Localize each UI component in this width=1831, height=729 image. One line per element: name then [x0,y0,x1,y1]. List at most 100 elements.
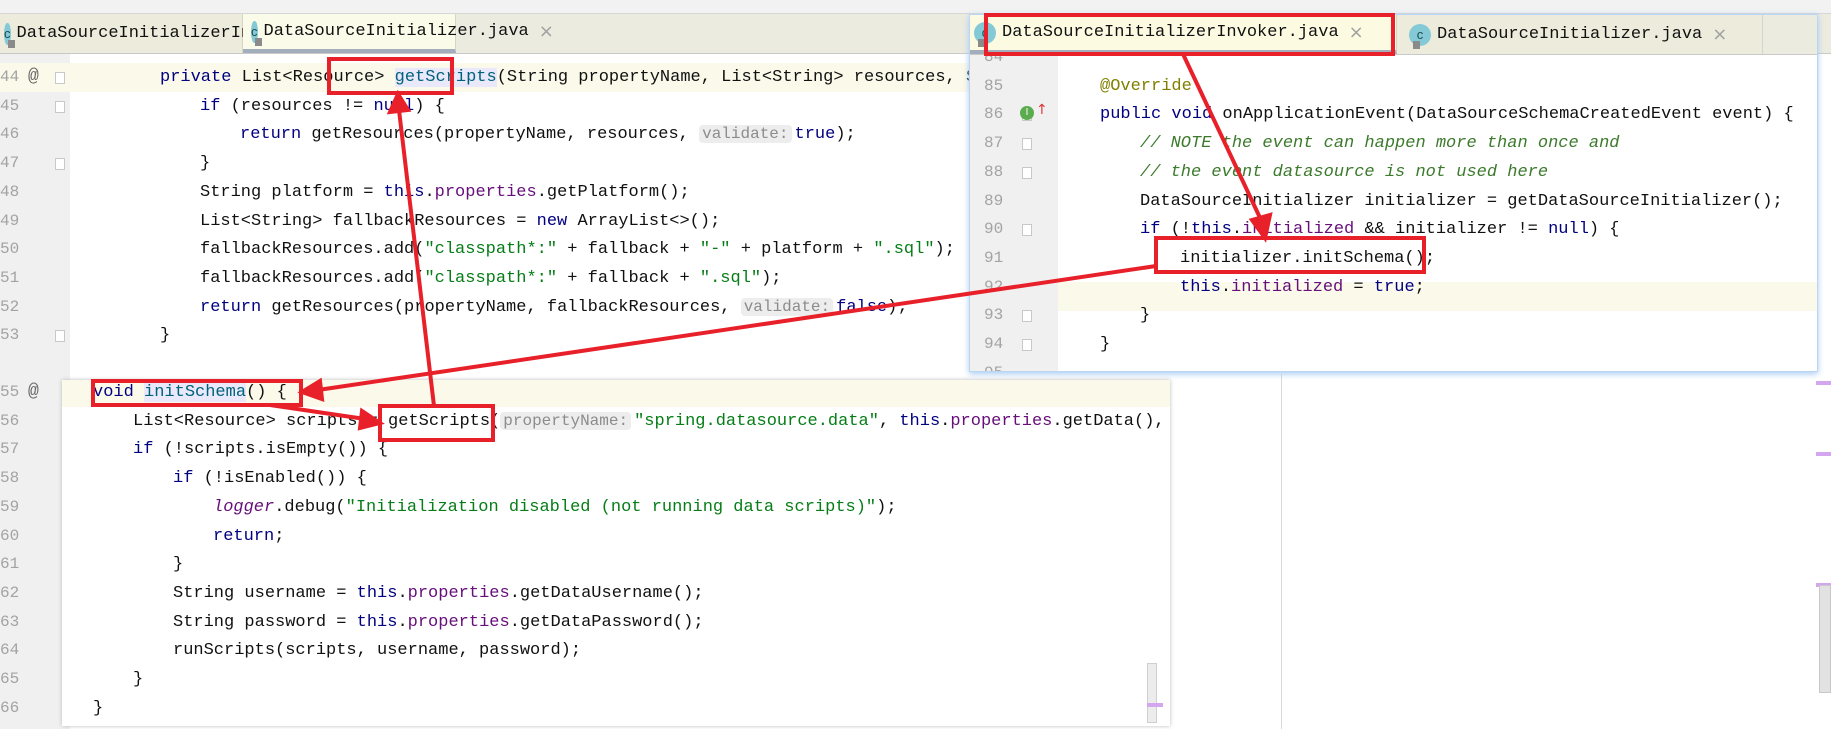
popup-tab-bar: c DataSourceInitializerInvoker.java × c … [970,15,1817,55]
code-line[interactable]: // NOTE the event can happen more than o… [1140,129,1619,158]
code-token: . [1220,277,1232,297]
line-number: 49 [0,211,20,230]
line-number: 46 [0,125,20,144]
line-number: 88 [984,162,1004,181]
fold-marker-icon[interactable] [1022,224,1032,237]
code-token: @Override [1100,76,1192,96]
code-line[interactable]: this.initialized = true; [1180,273,1425,302]
fold-marker-icon[interactable] [1022,166,1032,179]
code-token: .getPlatform(); [536,182,690,202]
error-stripe-mark[interactable] [1816,381,1831,385]
line-number: 59 [0,497,20,516]
fold-marker-icon[interactable] [55,330,65,343]
code-line[interactable]: logger.debug("Initialization disabled (n… [213,493,897,522]
code-token: this [356,612,398,632]
code-line[interactable]: } [200,149,210,178]
code-line[interactable]: public void onApplicationEvent(DataSourc… [1100,100,1794,129]
fold-marker-icon[interactable] [1022,138,1032,151]
close-icon[interactable]: × [1349,22,1364,43]
fold-marker-icon[interactable] [55,100,65,113]
line-number: 95 [984,359,1003,371]
code-token: .getData(), [1052,411,1165,431]
code-line[interactable]: return getResources(propertyName, fallba… [200,293,908,322]
code-line[interactable]: private List<Resource> getScripts(String… [160,63,982,92]
code-line[interactable]: return; [213,522,284,551]
code-line[interactable]: initializer.initSchema(); [1180,244,1435,273]
code-line[interactable]: String platform = this.properties.getPla… [200,178,690,207]
code-line[interactable]: List<Resource> scripts = getScripts(prop… [133,407,1165,436]
class-icon: c [251,20,262,46]
code-token: initialized [1231,277,1344,297]
current-line-highlight [1058,282,1817,311]
code-token: this [899,411,941,431]
line-number: 45 [0,96,20,115]
override-marker-icon[interactable]: @ [28,378,39,407]
code-token: ) { [414,96,445,116]
tab-label: DataSourceInitializerInvoker.java [1002,23,1339,42]
code-line[interactable]: runScripts(scripts, username, password); [173,636,581,665]
code-token: getResources(propertyName, fallbackResou… [271,297,741,317]
popup-scrollbar[interactable] [1147,663,1157,723]
line-number: 62 [0,583,20,602]
code-token: . [1231,220,1243,240]
fold-marker-icon[interactable] [55,158,65,171]
line-number: 56 [0,411,20,430]
code-token: ); [934,240,955,260]
code-token: } [1140,306,1151,326]
code-line[interactable]: return getResources(propertyName, resour… [240,120,856,149]
code-line[interactable]: } [1140,301,1150,330]
code-line[interactable]: // the event datasource is not used here [1140,158,1548,187]
code-line[interactable]: } [133,665,143,694]
code-line[interactable]: } [93,694,103,723]
code-line[interactable]: @Override [1100,72,1192,101]
code-token: // the event datasource is not used here [1140,162,1549,182]
line-number: 86 [984,105,1004,124]
code-token: onApplicationEvent(DataSourceSchemaCreat… [1222,105,1794,125]
code-token: + fallback + [557,268,700,288]
code-token: initSchema [144,383,247,402]
code-line[interactable]: } [160,321,170,350]
code-line[interactable]: if (!isEnabled()) { [173,464,367,493]
close-icon[interactable]: × [539,21,554,42]
tab-label: DataSourceInitializer.java [263,22,529,41]
scrollbar-thumb[interactable] [1819,585,1831,693]
code-token: . [940,411,951,431]
code-token: List<String> fallbackResources = [200,211,537,231]
code-token: (!isEnabled()) { [193,469,367,489]
code-line[interactable]: String username = this.properties.getDat… [173,579,704,608]
error-stripe-mark[interactable] [1816,452,1831,456]
code-line[interactable]: if (resources != null) { [200,92,445,121]
fold-marker-icon[interactable] [55,72,65,84]
code-line[interactable]: } [1100,330,1110,359]
code-token: List<Resource> [241,68,395,87]
error-stripe-mark[interactable] [1147,703,1163,707]
code-line[interactable]: DataSourceInitializer initializer = getD… [1140,187,1783,216]
code-token: initialized [1242,220,1355,240]
tab-datasource-initializer[interactable]: c DataSourceInitializer.java × [1397,15,1763,54]
code-token: this [383,182,425,202]
code-line[interactable]: String password = this.properties.getDat… [173,608,704,637]
code-token: ; [274,526,285,546]
override-marker-icon[interactable]: @ [28,63,39,92]
code-line[interactable]: List<String> fallbackResources = new Arr… [200,207,720,236]
code-token: "-" [699,240,731,260]
fold-marker-icon[interactable] [1022,310,1032,323]
code-token: String password = [173,612,357,632]
fold-marker-icon[interactable] [1022,339,1032,351]
code-line[interactable]: void initSchema() { [93,380,287,407]
code-token: public void [1100,105,1223,125]
code-token: = [1343,277,1374,297]
main-code-editor[interactable]: private List<Resource> getScripts(String… [82,54,982,374]
code-token: getScripts [394,68,497,87]
close-icon[interactable]: × [1712,24,1727,45]
code-line[interactable]: if (!scripts.isEmpty()) { [133,435,388,464]
tab-datasource-initializer[interactable]: c DataSourceInitializer.java × [243,14,554,53]
code-line[interactable]: if (!this.initialized && initializer != … [1140,215,1620,244]
tab-datasource-initializer-invoker[interactable]: c DataSourceInitializerInvoker.java × [970,15,1397,54]
code-token: fallbackResources.add( [200,268,425,288]
code-line[interactable]: fallbackResources.add("classpath*:" + fa… [200,264,782,293]
code-line[interactable]: } [173,550,183,579]
code-token: new [536,211,578,231]
code-line[interactable]: fallbackResources.add("classpath*:" + fa… [200,235,955,264]
tab-datasource-initializer-invoker[interactable]: c DataSourceInitializerInvoker.java × [0,14,378,53]
